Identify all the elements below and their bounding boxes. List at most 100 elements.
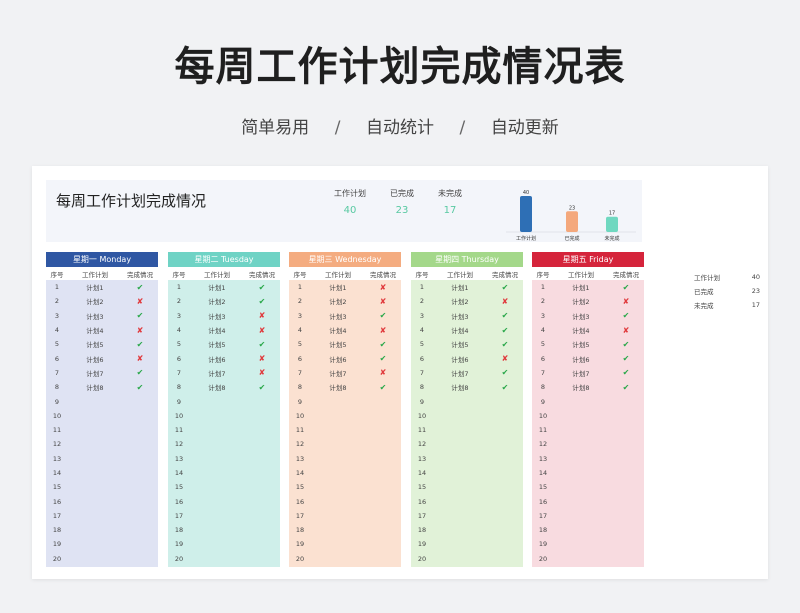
check-icon[interactable]: ✔ — [122, 368, 158, 377]
check-icon[interactable]: ✔ — [122, 340, 158, 349]
plan-cell[interactable]: 计划8 — [554, 382, 608, 392]
plan-cell[interactable]: 计划8 — [68, 382, 122, 392]
plan-cell[interactable]: 计划7 — [433, 368, 487, 378]
cross-icon[interactable]: ✘ — [608, 297, 644, 306]
plan-cell[interactable]: 计划1 — [433, 282, 487, 292]
cross-icon[interactable]: ✘ — [487, 297, 523, 306]
plan-cell[interactable]: 计划7 — [311, 368, 365, 378]
row-number: 2 — [176, 297, 182, 306]
check-icon[interactable]: ✔ — [365, 311, 401, 320]
table-row: 5 计划5 ✔ — [46, 337, 158, 351]
check-icon[interactable]: ✔ — [122, 283, 158, 292]
check-icon[interactable]: ✔ — [487, 283, 523, 292]
plan-cell[interactable]: 计划4 — [433, 325, 487, 335]
row-number: 18 — [295, 526, 305, 535]
col-header-plan: 工作计划 — [568, 270, 594, 279]
plan-cell[interactable]: 计划2 — [554, 296, 608, 306]
plan-cell[interactable]: 计划5 — [190, 339, 244, 349]
cross-icon[interactable]: ✘ — [244, 326, 280, 335]
plan-cell[interactable]: 计划3 — [433, 311, 487, 321]
row-number: 13 — [174, 454, 184, 463]
plan-cell[interactable]: 计划4 — [190, 325, 244, 335]
check-icon[interactable]: ✔ — [608, 383, 644, 392]
table-row: 12 — [46, 437, 158, 451]
check-icon[interactable]: ✔ — [487, 340, 523, 349]
check-icon[interactable]: ✔ — [122, 383, 158, 392]
plan-cell[interactable]: 计划6 — [554, 354, 608, 364]
check-icon[interactable]: ✔ — [365, 383, 401, 392]
plan-cell[interactable]: 计划7 — [554, 368, 608, 378]
plan-cell[interactable]: 计划6 — [311, 354, 365, 364]
plan-cell[interactable]: 计划4 — [311, 325, 365, 335]
plan-cell[interactable]: 计划5 — [433, 339, 487, 349]
plan-cell[interactable]: 计划1 — [190, 282, 244, 292]
check-icon[interactable]: ✔ — [365, 340, 401, 349]
col-header-no: 序号 — [536, 270, 550, 279]
plan-cell[interactable]: 计划1 — [311, 282, 365, 292]
plan-cell[interactable]: 计划1 — [68, 282, 122, 292]
plan-cell[interactable]: 计划3 — [311, 311, 365, 321]
table-row: 12 — [289, 437, 401, 451]
cross-icon[interactable]: ✘ — [122, 326, 158, 335]
check-icon[interactable]: ✔ — [608, 340, 644, 349]
plan-cell[interactable]: 计划6 — [190, 354, 244, 364]
row-number: 10 — [538, 411, 548, 420]
plan-cell[interactable]: 计划3 — [190, 311, 244, 321]
cross-icon[interactable]: ✘ — [608, 326, 644, 335]
row-number: 17 — [538, 511, 548, 520]
plan-cell[interactable]: 计划3 — [68, 311, 122, 321]
cross-icon[interactable]: ✘ — [365, 283, 401, 292]
check-icon[interactable]: ✔ — [608, 311, 644, 320]
cross-icon[interactable]: ✘ — [122, 297, 158, 306]
table-row: 5 计划5 ✔ — [411, 337, 523, 351]
check-icon[interactable]: ✔ — [122, 311, 158, 320]
plan-cell[interactable]: 计划2 — [68, 296, 122, 306]
cross-icon[interactable]: ✘ — [244, 354, 280, 363]
check-icon[interactable]: ✔ — [608, 354, 644, 363]
check-icon[interactable]: ✔ — [487, 383, 523, 392]
check-icon[interactable]: ✔ — [608, 368, 644, 377]
plan-cell[interactable]: 计划8 — [433, 382, 487, 392]
cross-icon[interactable]: ✘ — [244, 311, 280, 320]
cross-icon[interactable]: ✘ — [365, 326, 401, 335]
check-icon[interactable]: ✔ — [244, 283, 280, 292]
column-headers: 序号 工作计划 完成情况 — [168, 267, 280, 280]
table-row: 5 计划5 ✔ — [289, 337, 401, 351]
plan-cell[interactable]: 计划4 — [554, 325, 608, 335]
check-icon[interactable]: ✔ — [365, 354, 401, 363]
check-icon[interactable]: ✔ — [487, 311, 523, 320]
row-number: 15 — [538, 483, 548, 492]
plan-cell[interactable]: 计划7 — [68, 368, 122, 378]
table-row: 20 — [46, 552, 158, 566]
plan-cell[interactable]: 计划6 — [433, 354, 487, 364]
plan-cell[interactable]: 计划2 — [190, 296, 244, 306]
plan-cell[interactable]: 计划7 — [190, 368, 244, 378]
check-icon[interactable]: ✔ — [608, 283, 644, 292]
row-number: 16 — [417, 497, 427, 506]
plan-cell[interactable]: 计划8 — [311, 382, 365, 392]
check-icon[interactable]: ✔ — [487, 326, 523, 335]
cross-icon[interactable]: ✘ — [487, 354, 523, 363]
cross-icon[interactable]: ✘ — [365, 368, 401, 377]
check-icon[interactable]: ✔ — [244, 297, 280, 306]
table-row: 10 — [289, 409, 401, 423]
plan-cell[interactable]: 计划8 — [190, 382, 244, 392]
cross-icon[interactable]: ✘ — [244, 368, 280, 377]
plan-cell[interactable]: 计划5 — [311, 339, 365, 349]
plan-cell[interactable]: 计划2 — [433, 296, 487, 306]
row-number: 1 — [540, 283, 546, 292]
chart-category-label: 已完成 — [564, 235, 579, 242]
plan-cell[interactable]: 计划5 — [68, 339, 122, 349]
check-icon[interactable]: ✔ — [244, 340, 280, 349]
plan-cell[interactable]: 计划2 — [311, 296, 365, 306]
plan-cell[interactable]: 计划6 — [68, 354, 122, 364]
check-icon[interactable]: ✔ — [487, 368, 523, 377]
cross-icon[interactable]: ✘ — [365, 297, 401, 306]
plan-cell[interactable]: 计划3 — [554, 311, 608, 321]
plan-cell[interactable]: 计划4 — [68, 325, 122, 335]
row-number: 8 — [54, 383, 60, 392]
plan-cell[interactable]: 计划1 — [554, 282, 608, 292]
cross-icon[interactable]: ✘ — [122, 354, 158, 363]
check-icon[interactable]: ✔ — [244, 383, 280, 392]
plan-cell[interactable]: 计划5 — [554, 339, 608, 349]
